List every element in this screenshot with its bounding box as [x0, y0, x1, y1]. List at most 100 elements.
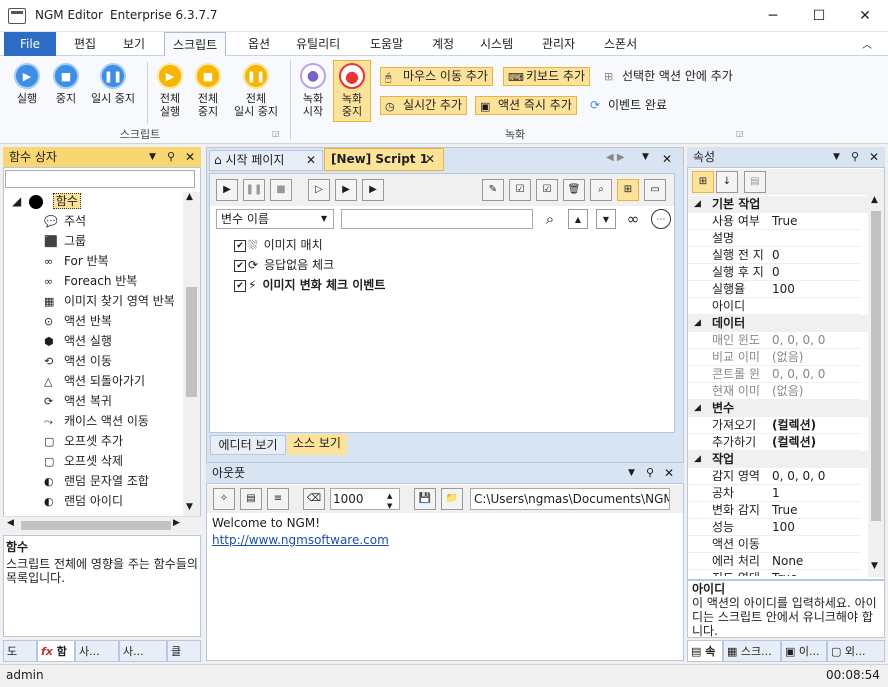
pin-icon[interactable]: ⚲ — [851, 147, 859, 167]
function-item[interactable]: ◐ 랜덤 문자열 조합 — [44, 471, 149, 491]
eraser-icon[interactable]: ⌫ — [303, 488, 325, 510]
property-value[interactable]: 0, 0, 0, 0 — [772, 366, 825, 383]
property-value[interactable]: 0 — [772, 264, 780, 281]
function-item[interactable]: ⬛ 그룹 — [44, 231, 86, 251]
list-icon[interactable]: ≡ — [267, 488, 289, 510]
property-value[interactable]: (없음) — [772, 383, 803, 400]
menu-help[interactable]: 도움말 — [362, 32, 411, 56]
property-row[interactable]: 사용 여부 True — [688, 213, 860, 230]
property-value[interactable]: None — [772, 553, 803, 570]
function-item[interactable]: 💬 주석 — [44, 211, 86, 231]
check-all-icon[interactable]: ☑ — [509, 179, 531, 201]
property-row[interactable]: 성능 100 — [688, 519, 860, 536]
run-button[interactable]: ▶ 실행 — [8, 63, 46, 105]
menu-options[interactable]: 옵션 — [240, 32, 278, 56]
move-up-icon[interactable]: ▲ — [568, 209, 588, 229]
chevron-down-icon[interactable]: ▼ — [321, 210, 327, 228]
function-box-scrollbar[interactable]: ▲ ▼ — [183, 192, 200, 516]
property-value[interactable]: (컬렉션) — [772, 434, 816, 451]
close-pane-icon[interactable]: ✕ — [869, 147, 879, 167]
add-mouse-move-button[interactable]: 🖰 마우스 이동 추가 — [380, 67, 493, 86]
play-box-icon[interactable]: ▶ — [335, 179, 357, 201]
right-tab-script[interactable]: ▦ 스크... — [723, 640, 781, 662]
document-close-icon[interactable]: ✕ — [662, 152, 672, 166]
variable-select[interactable]: 변수 이름 ▼ — [216, 209, 334, 229]
tab-list-icon[interactable]: ▼ — [642, 152, 649, 162]
clear-brush-icon[interactable]: ✧ — [213, 488, 235, 510]
property-row[interactable]: 추가하기 (컬렉션) — [688, 434, 860, 451]
collapse-icon[interactable]: ◢ — [12, 194, 21, 208]
property-row[interactable]: 현재 이미 (없음) — [688, 383, 860, 400]
folder-icon[interactable]: 📁 — [441, 488, 463, 510]
property-value[interactable]: 0, 0, 0, 0 — [772, 332, 825, 349]
stepper-down-icon[interactable]: ▼ — [387, 496, 392, 516]
stop-icon[interactable]: ■ — [270, 179, 292, 201]
property-value[interactable]: (컬렉션) — [772, 417, 816, 434]
property-row[interactable]: 감지 영역 0, 0, 0, 0 — [688, 468, 860, 485]
property-row[interactable]: 실행 전 지 0 — [688, 247, 860, 264]
property-value[interactable]: 100 — [772, 281, 795, 298]
function-item[interactable]: ▢ 오프셋 추가 — [44, 431, 123, 451]
function-search-input[interactable] — [5, 170, 195, 188]
record-group-launcher-icon[interactable]: ◲ — [736, 129, 744, 138]
pause-icon[interactable]: ❚❚ — [243, 179, 265, 201]
step-play-icon[interactable]: ▷ — [308, 179, 330, 201]
property-row[interactable]: 지도 역대 True — [688, 570, 860, 576]
more-icon[interactable]: ⋯ — [651, 209, 671, 229]
menu-utility[interactable]: 유틸리티 — [288, 32, 348, 56]
monitor-icon[interactable]: ▭ — [644, 179, 666, 201]
stop-button[interactable]: ■ 중지 — [47, 63, 85, 105]
close-button[interactable]: ✕ — [842, 0, 888, 32]
dropdown-icon[interactable]: ▼ — [628, 463, 635, 483]
tab-nav-icon[interactable]: ◀ ▶ — [606, 152, 625, 163]
scroll-down-icon[interactable]: ▼ — [871, 561, 878, 571]
pause-all-button[interactable]: ❚❚ 전체 일시 중지 — [228, 63, 284, 118]
add-realtime-button[interactable]: ◷ 실시간 추가 — [380, 96, 468, 115]
pin-icon[interactable]: ⚲ — [646, 463, 654, 483]
property-category[interactable]: ◢ 작업 — [688, 451, 868, 468]
action-checkbox[interactable]: ✔ — [234, 259, 246, 272]
function-box-hscrollbar[interactable]: ◀ ▶ — [3, 516, 201, 533]
delete-icon[interactable]: 🗑 — [563, 179, 585, 201]
event-complete-button[interactable]: ⟳ 이벤트 완료 — [586, 97, 667, 116]
dropdown-icon[interactable]: ▼ — [833, 147, 840, 167]
edit-icon[interactable]: ✎ — [482, 179, 504, 201]
action-row[interactable]: ✔ ⛆ 이미지 매치 — [234, 235, 323, 255]
output-link[interactable]: http://www.ngmsoftware.com — [212, 533, 389, 547]
property-row[interactable]: 에러 처리 None — [688, 553, 860, 570]
function-item[interactable]: ⟲ 액션 이동 — [44, 351, 112, 371]
ribbon-collapse-icon[interactable]: ︿ — [862, 36, 872, 51]
function-item[interactable]: ▢ 오프셋 삭제 — [44, 451, 123, 471]
scroll-right-icon[interactable]: ▶ — [173, 518, 180, 528]
dropdown-icon[interactable]: ▼ — [149, 147, 156, 167]
add-inside-selected-button[interactable]: ⊞ 선택한 액션 안에 추가 — [600, 68, 733, 87]
add-keyboard-button[interactable]: ⌨ 키보드 추가 — [503, 67, 591, 86]
property-value[interactable]: True — [772, 502, 798, 519]
menu-view[interactable]: 보기 — [115, 32, 153, 56]
menu-script[interactable]: 스크립트 — [164, 32, 227, 57]
pause-button[interactable]: ❚❚ 일시 중지 — [86, 63, 140, 105]
close-pane-icon[interactable]: ✕ — [664, 463, 674, 483]
function-item[interactable]: ⊙ 액션 반복 — [44, 311, 112, 331]
close-pane-icon[interactable]: ✕ — [185, 147, 195, 167]
function-item[interactable]: ⟳ 액션 복귀 — [44, 391, 112, 411]
scroll-left-icon[interactable]: ◀ — [7, 518, 14, 528]
property-row[interactable]: 실행율 100 — [688, 281, 860, 298]
record-start-button[interactable]: ● 녹화 시작 — [296, 63, 330, 118]
function-item[interactable]: ⬢ 액션 실행 — [44, 331, 112, 351]
play-icon[interactable]: ▶ — [216, 179, 238, 201]
property-category[interactable]: ◢ 데이터 — [688, 315, 868, 332]
function-item[interactable]: ∞ Foreach 반복 — [44, 271, 137, 291]
scroll-thumb[interactable] — [871, 211, 881, 521]
play-window-icon[interactable]: ▶ — [362, 179, 384, 201]
minimize-button[interactable]: ─ — [750, 0, 796, 32]
move-down-icon[interactable]: ▼ — [596, 209, 616, 229]
hscroll-thumb[interactable] — [21, 521, 171, 530]
left-tab-function[interactable]: fx 함 — [37, 640, 75, 662]
variable-search-input[interactable] — [341, 209, 533, 229]
function-item[interactable]: ▦ 이미지 찾기 영역 반복 — [44, 291, 175, 311]
property-value[interactable]: 1 — [772, 485, 780, 502]
output-path-field[interactable]: C:\Users\ngmas\Documents\NGM6\ — [470, 488, 670, 510]
function-item[interactable]: ◐ 랜덤 아이디 — [44, 491, 123, 511]
sort-alpha-icon[interactable]: ↓ — [716, 171, 738, 193]
